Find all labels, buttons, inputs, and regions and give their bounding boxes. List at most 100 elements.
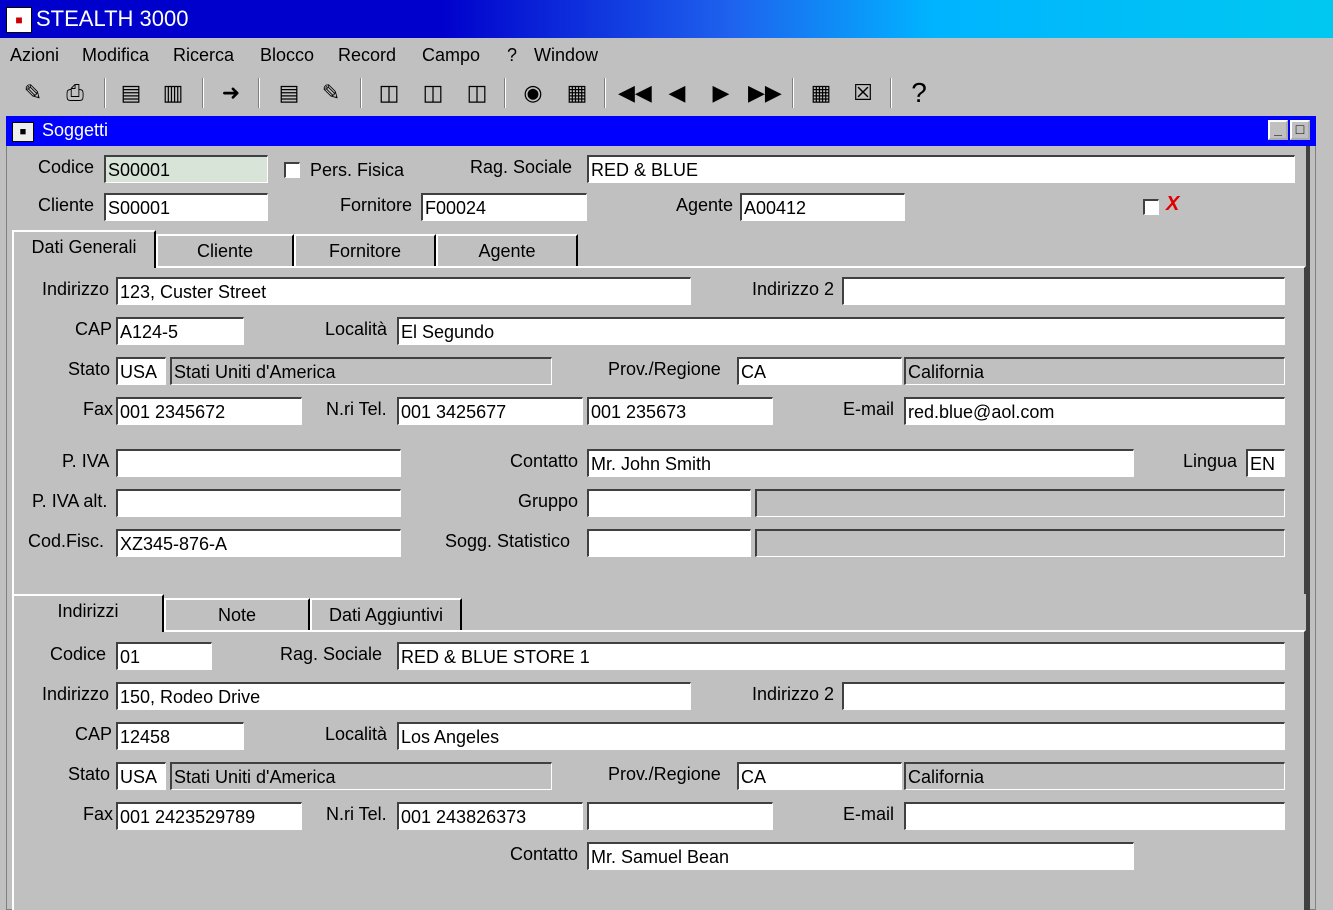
prov-label: Prov./Regione [608, 359, 721, 379]
new-record-icon[interactable]: ▤ [116, 78, 146, 108]
menu-campo[interactable]: Campo [422, 45, 480, 66]
insert-row-icon[interactable]: ▦ [806, 78, 836, 108]
tab-dati-aggiuntivi[interactable]: Dati Aggiuntivi [310, 598, 462, 632]
contatto-field[interactable]: Mr. John Smith [587, 449, 1134, 477]
delete-record-icon[interactable]: ▥ [158, 78, 188, 108]
calculator-icon[interactable]: ▦ [562, 78, 592, 108]
window-icon[interactable]: ■ [12, 122, 34, 142]
ind-indirizzo-field[interactable]: 150, Rodeo Drive [116, 682, 691, 710]
tab-note[interactable]: Note [164, 598, 310, 632]
prov-code-field[interactable]: CA [737, 357, 902, 385]
ind-cap-label: CAP [75, 724, 113, 744]
email-field[interactable]: red.blue@aol.com [904, 397, 1285, 425]
indirizzo-field[interactable]: 123, Custer Street [116, 277, 691, 305]
tel1-field[interactable]: 001 3425677 [397, 397, 583, 425]
ind-prov-code-field[interactable]: CA [737, 762, 902, 790]
sogg-stat-field[interactable] [587, 529, 751, 557]
save-icon[interactable]: ✎ [18, 78, 48, 108]
query-execute-icon[interactable]: ◫ [418, 78, 448, 108]
tab-cliente[interactable]: Cliente [156, 234, 294, 268]
ind-indirizzo-label: Indirizzo [42, 684, 110, 704]
app-icon[interactable]: ■ [6, 7, 32, 33]
pers-fisica-checkbox[interactable] [284, 162, 300, 178]
first-record-icon[interactable]: ◀◀ [618, 78, 652, 108]
localita-field[interactable]: El Segundo [397, 317, 1285, 345]
menu-record[interactable]: Record [338, 45, 396, 66]
codfisc-field[interactable]: XZ345-876-A [116, 529, 401, 557]
exit-icon[interactable]: ➜ [216, 78, 246, 108]
ind-localita-label: Località [325, 724, 388, 744]
query-cancel-icon: ◫ [466, 80, 488, 105]
piva-field[interactable] [116, 449, 401, 477]
tab-fornitore[interactable]: Fornitore [294, 234, 436, 268]
ind-tel-label: N.ri Tel. [326, 804, 387, 824]
codice-label: Codice [38, 157, 95, 177]
next-record-icon[interactable]: ▶ [706, 78, 736, 108]
sogg-stat-label: Sogg. Statistico [445, 531, 571, 551]
edit-icon[interactable]: ✎ [316, 78, 346, 108]
fax-label: Fax [83, 399, 114, 419]
cliente-field[interactable]: S00001 [104, 193, 268, 221]
ind-stato-code-field[interactable]: USA [116, 762, 166, 790]
fax-field[interactable]: 001 2345672 [116, 397, 302, 425]
ind-email-field[interactable] [904, 802, 1285, 830]
indirizzo2-field[interactable] [842, 277, 1285, 305]
delete-row-icon[interactable]: ☒ [848, 78, 878, 108]
contatto-label: Contatto [510, 451, 579, 471]
minimize-button[interactable]: _ [1268, 120, 1288, 140]
indirizzo-label: Indirizzo [42, 279, 110, 299]
menu-window[interactable]: Window [534, 45, 598, 66]
agente-field[interactable]: A00412 [740, 193, 905, 221]
list-icon[interactable]: ▤ [274, 78, 304, 108]
ind-localita-field[interactable]: Los Angeles [397, 722, 1285, 750]
help-icon[interactable]: ? [904, 78, 934, 108]
menu-modifica[interactable]: Modifica [82, 45, 149, 66]
ind-codice-field[interactable]: 01 [116, 642, 212, 670]
toolbar: ✎ ⎙ ▤ ▥ ➜ ▤ ✎ ◫ ◫ ◫ ◉ ▦ ◀◀ ◀ ▶ ▶▶ ▦ ☒ ? [0, 72, 1333, 116]
app-title: STEALTH 3000 [36, 6, 189, 31]
ind-cap-field[interactable]: 12458 [116, 722, 244, 750]
menu-azioni[interactable]: Azioni [10, 45, 59, 66]
last-record-icon[interactable]: ▶▶ [748, 78, 782, 108]
menu-ricerca[interactable]: Ricerca [173, 45, 234, 66]
tel2-field[interactable]: 001 235673 [587, 397, 773, 425]
print-icon[interactable]: ⎙ [60, 78, 90, 108]
tab-agente[interactable]: Agente [436, 234, 578, 268]
ind-fax-field[interactable]: 001 2423529789 [116, 802, 302, 830]
window-title: Soggetti [42, 120, 109, 140]
email-label: E-mail [843, 399, 895, 419]
gruppo-field[interactable] [587, 489, 751, 517]
ind-tel2-field[interactable] [587, 802, 773, 830]
ind-prov-label: Prov./Regione [608, 764, 721, 784]
flag-checkbox[interactable] [1143, 199, 1159, 215]
toolbar-separator [890, 78, 892, 108]
query-enter-icon[interactable]: ◫ [374, 78, 404, 108]
sogg-stat-desc-field [755, 529, 1285, 557]
window-title-bar: ■ Soggetti _ □ [6, 116, 1316, 146]
codfisc-label: Cod.Fisc. [28, 531, 105, 551]
ind-rag-sociale-field[interactable]: RED & BLUE STORE 1 [397, 642, 1285, 670]
ind-indirizzo2-label: Indirizzo 2 [752, 684, 835, 704]
ind-contatto-field[interactable]: Mr. Samuel Bean [587, 842, 1134, 870]
menu-help[interactable]: ? [507, 45, 517, 66]
lingua-field[interactable]: EN [1246, 449, 1285, 477]
find-icon[interactable]: ◉ [518, 78, 548, 108]
rag-sociale-field[interactable]: RED & BLUE [587, 155, 1295, 183]
previous-record-icon[interactable]: ◀ [662, 78, 692, 108]
cap-field[interactable]: A124-5 [116, 317, 244, 345]
ind-tel1-field[interactable]: 001 243826373 [397, 802, 583, 830]
maximize-button[interactable]: □ [1290, 120, 1310, 140]
tel-label: N.ri Tel. [326, 399, 387, 419]
piva-alt-field[interactable] [116, 489, 401, 517]
ind-indirizzo2-field[interactable] [842, 682, 1285, 710]
toolbar-separator [202, 78, 204, 108]
codice-field[interactable]: S00001 [104, 155, 268, 183]
menu-blocco[interactable]: Blocco [260, 45, 314, 66]
x-mark: X [1166, 193, 1180, 215]
tab-dati-generali[interactable]: Dati Generali [12, 230, 156, 268]
cliente-label: Cliente [38, 195, 95, 215]
tab-indirizzi[interactable]: Indirizzi [12, 594, 164, 632]
rag-sociale-label: Rag. Sociale [470, 157, 573, 177]
fornitore-field[interactable]: F00024 [421, 193, 587, 221]
stato-code-field[interactable]: USA [116, 357, 166, 385]
